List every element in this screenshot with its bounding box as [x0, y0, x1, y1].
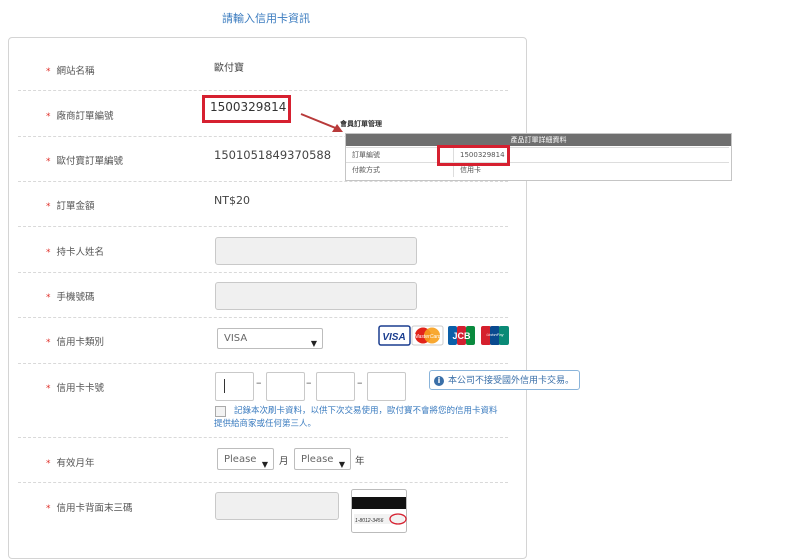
admin-popup-header: 產品訂單詳細資料 [346, 134, 731, 146]
expiry-year-select[interactable]: Please ▼ [294, 448, 351, 470]
admin-popup-key: 付款方式 [352, 166, 380, 174]
admin-popup-row: 訂單編號 1500329814 [346, 147, 729, 162]
card-number-separator: – [357, 376, 363, 389]
unionpay-logo: UnionPay [481, 326, 509, 345]
card-number-part-2[interactable] [266, 372, 305, 401]
admin-popup-row: 付款方式 信用卡 [346, 162, 729, 177]
visa-logo: VISA [378, 325, 411, 346]
svg-text:1-8012-3456: 1-8012-3456 [355, 518, 384, 524]
card-type-label: * 信用卡類別 [46, 337, 105, 348]
cvv-label: * 信用卡背面末三碼 [46, 503, 133, 514]
card-brand-logos: VISA MasterCard JCB UnionPay [378, 325, 509, 346]
phone-label: * 手機號碼 [46, 292, 95, 303]
allpay-order-value: 1501051849370588 [214, 148, 332, 162]
card-number-label: * 信用卡卡號 [46, 383, 105, 394]
card-number-part-4[interactable] [367, 372, 406, 401]
card-number-part-1[interactable] [215, 372, 254, 401]
admin-order-popup: 產品訂單詳細資料 訂單編號 1500329814 付款方式 信用卡 [345, 133, 732, 181]
card-number-part-3[interactable] [316, 372, 355, 401]
year-unit: 年 [355, 456, 365, 467]
allpay-order-label: * 歐付寶訂單編號 [46, 156, 124, 167]
cvv-sample-image: 1-8012-3456 [351, 489, 407, 533]
svg-text:UnionPay: UnionPay [486, 332, 504, 337]
amount-value: NT$20 [214, 194, 250, 207]
svg-text:MasterCard: MasterCard [414, 334, 440, 340]
popup-order-highlight [437, 145, 510, 166]
text-cursor [224, 379, 225, 393]
admin-popup-key: 訂單編號 [352, 151, 380, 159]
foreign-card-notice: i 本公司不接受國外信用卡交易。 [429, 370, 580, 390]
expiry-label: * 有效月年 [46, 458, 95, 469]
card-number-separator: – [256, 376, 262, 389]
merchant-order-label: * 廠商訂單編號 [46, 111, 114, 122]
expiry-month-select[interactable]: Please ▼ [217, 448, 274, 470]
info-icon: i [434, 376, 444, 386]
card-type-select[interactable]: VISA ▼ [217, 328, 323, 349]
merchant-order-highlight [202, 95, 291, 123]
phone-input[interactable] [215, 282, 417, 310]
holder-name-label: * 持卡人姓名 [46, 247, 105, 258]
chevron-down-icon: ▼ [338, 460, 345, 469]
expiry-year-value: Please [301, 454, 334, 465]
site-name-value: 歐付寶 [214, 63, 244, 74]
holder-name-input[interactable] [215, 237, 417, 265]
mastercard-logo: MasterCard [411, 325, 444, 346]
svg-text:JCB: JCB [452, 331, 471, 341]
chevron-down-icon: ▼ [261, 460, 268, 469]
chevron-down-icon: ▼ [310, 339, 317, 348]
site-name-label: * 網站名稱 [46, 66, 95, 77]
jcb-logo: JCB [448, 326, 475, 345]
cvv-input[interactable] [215, 492, 339, 520]
remember-card-text: 記錄本次刷卡資料，以供下次交易使用，歐付寶不會將您的信用卡資料提供給商家或任何第… [214, 406, 498, 429]
svg-text:VISA: VISA [382, 332, 405, 343]
card-type-selected-value: VISA [224, 333, 248, 344]
admin-popup-caption: 會員訂單管理 [340, 120, 382, 128]
card-number-separator: – [306, 376, 312, 389]
month-unit: 月 [279, 456, 289, 467]
page-title: 請輸入信用卡資訊 [222, 12, 310, 25]
expiry-month-value: Please [224, 454, 257, 465]
amount-label: * 訂單金額 [46, 201, 95, 212]
